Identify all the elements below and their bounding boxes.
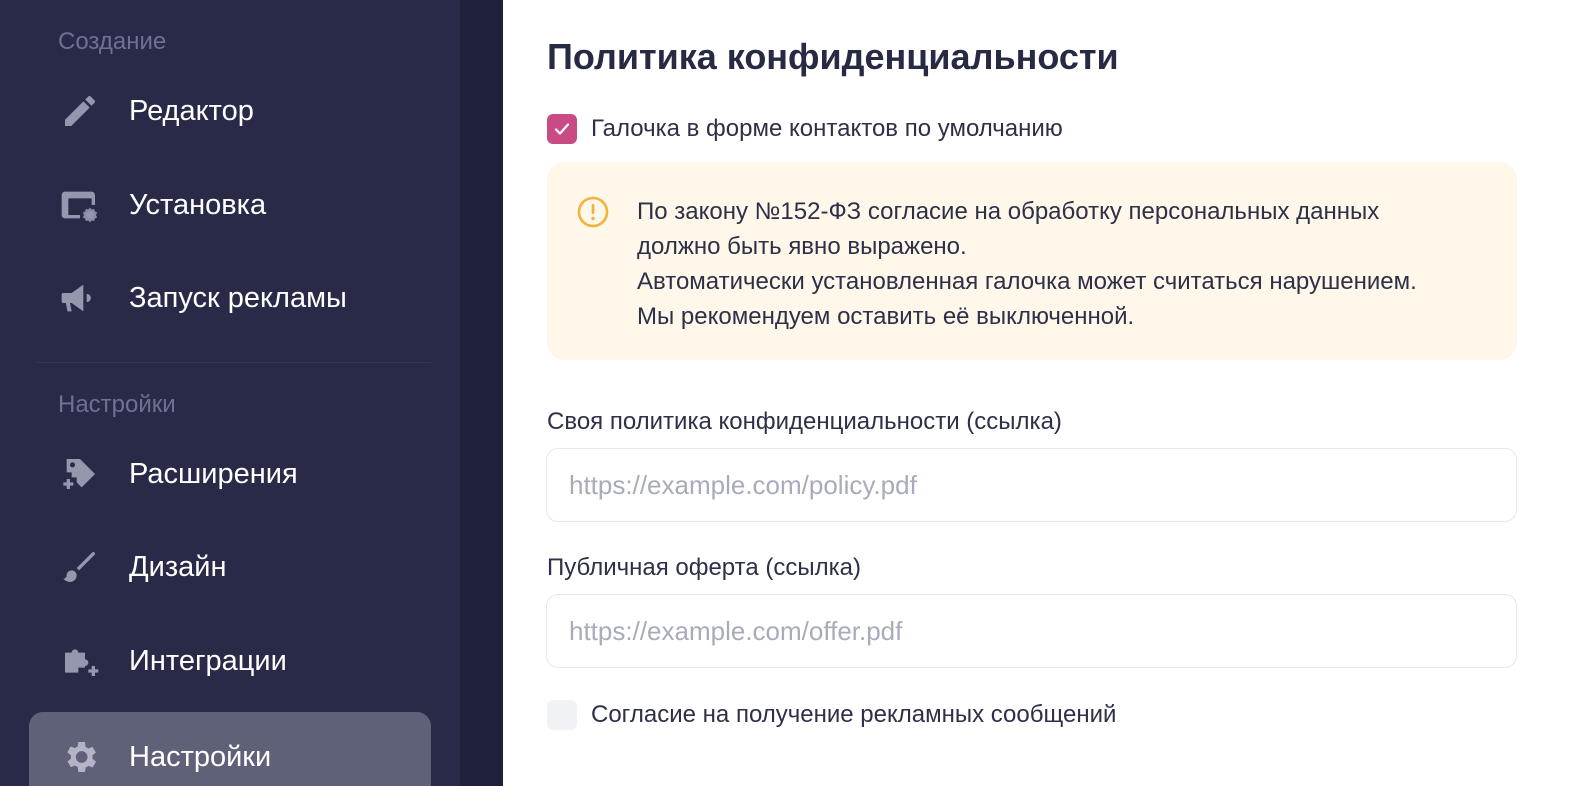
sidebar-item-settings[interactable]: Настройки (29, 712, 431, 786)
sidebar-item-label: Установка (129, 188, 267, 221)
ads-consent-checkbox-label: Согласие на получение рекламных сообщени… (591, 701, 1117, 728)
puzzle-plus-icon (58, 639, 102, 683)
sidebar-item-label: Интеграции (129, 644, 287, 677)
check-icon (554, 123, 570, 135)
alert-line: Автоматически установленная галочка може… (637, 268, 1417, 295)
law-warning-alert: По закону №152-ФЗ согласие на обработку … (547, 162, 1517, 360)
ads-consent-checkbox[interactable] (547, 700, 577, 730)
policy-link-input[interactable] (546, 448, 1517, 522)
sidebar-item-editor[interactable]: Редактор (29, 68, 431, 154)
window-gear-icon (58, 183, 102, 227)
section-title-settings: Настройки (58, 391, 176, 418)
sidebar: Создание Редактор Установка Запуск рекла… (0, 0, 460, 786)
sidebar-item-integrations[interactable]: Интеграции (29, 618, 431, 704)
section-title-creation: Создание (58, 28, 167, 55)
policy-link-label: Своя политика конфиденциальности (ссылка… (547, 408, 1062, 435)
alert-line: должно быть явно выражено. (637, 233, 967, 260)
gear-icon (58, 735, 102, 779)
sidebar-edge (460, 0, 503, 786)
sidebar-item-label: Дизайн (129, 550, 227, 583)
sidebar-item-label: Редактор (129, 94, 254, 127)
sidebar-divider (37, 362, 431, 363)
alert-text: По закону №152-ФЗ согласие на обработку … (637, 194, 1417, 334)
megaphone-icon (58, 276, 102, 320)
page-title: Политика конфиденциальности (547, 36, 1119, 77)
pencil-icon (58, 89, 102, 133)
sidebar-item-label: Расширения (129, 457, 298, 490)
alert-line: По закону №152-ФЗ согласие на обработку … (637, 198, 1380, 225)
sidebar-item-install[interactable]: Установка (29, 162, 431, 248)
sidebar-item-label: Запуск рекламы (129, 281, 347, 314)
offer-link-label: Публичная оферта (ссылка) (547, 554, 861, 581)
default-checkbox[interactable] (547, 114, 577, 144)
ads-consent-checkbox-row[interactable]: Согласие на получение рекламных сообщени… (547, 700, 1116, 730)
sidebar-item-extensions[interactable]: Расширения (29, 431, 431, 517)
default-checkbox-row[interactable]: Галочка в форме контактов по умолчанию (547, 114, 1063, 144)
sidebar-item-design[interactable]: Дизайн (29, 524, 431, 610)
sidebar-item-ads-launch[interactable]: Запуск рекламы (29, 255, 431, 341)
exclamation-circle-icon (577, 196, 609, 228)
alert-line: Мы рекомендуем оставить её выключенной. (637, 303, 1135, 330)
sidebar-item-label: Настройки (129, 740, 272, 773)
tag-plus-icon (58, 452, 102, 496)
default-checkbox-label: Галочка в форме контактов по умолчанию (591, 115, 1063, 142)
main-content: Политика конфиденциальности Галочка в фо… (503, 0, 1570, 786)
brush-icon (58, 545, 102, 589)
offer-link-input[interactable] (546, 594, 1517, 668)
